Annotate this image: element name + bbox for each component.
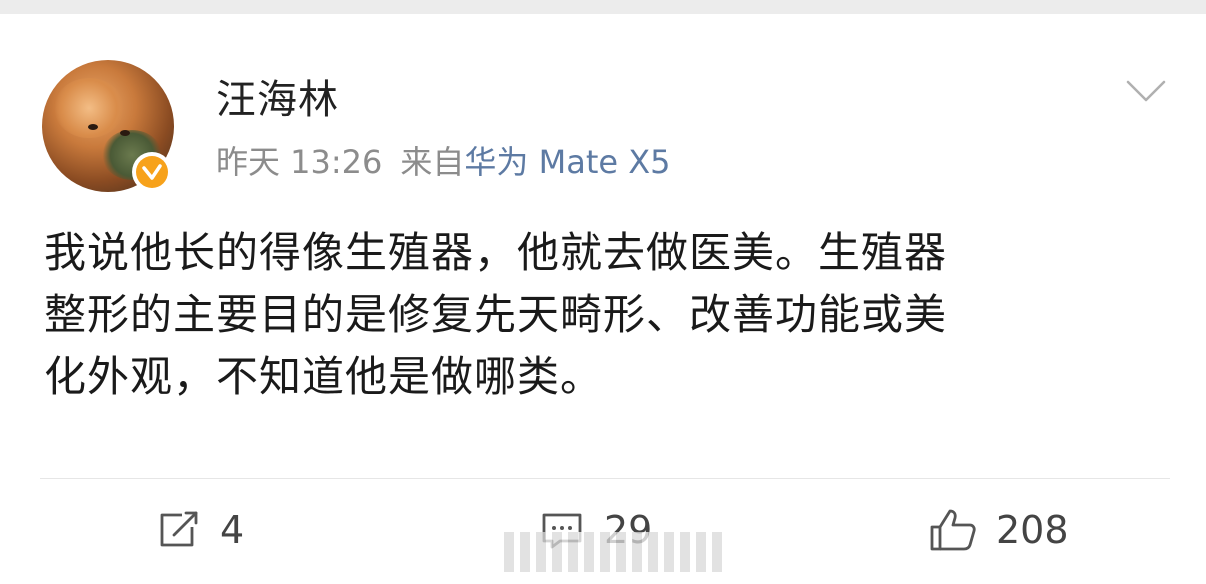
top-separator (0, 0, 1206, 14)
repost-button[interactable]: 4 (156, 500, 244, 560)
author-name[interactable]: 汪海林 (216, 76, 339, 124)
weibo-post-card: 汪海林 昨天 13:26 来自华为 Mate X5 我说他长的得像生殖器，他就去做… (0, 0, 1206, 584)
post-body-line: 化外观，不知道他是做哪类。 (44, 352, 604, 401)
post-body: 我说他长的得像生殖器，他就去做医美。生殖器 整形的主要目的是修复先天畸形、改善功… (44, 222, 1174, 408)
source-device[interactable]: 华为 Mate X5 (464, 143, 670, 181)
checkmark-icon (142, 164, 162, 180)
thumbs-up-icon (930, 509, 976, 551)
post-time: 昨天 13:26 (216, 143, 383, 181)
chevron-down-icon[interactable] (1124, 70, 1168, 110)
verified-badge-icon (132, 152, 172, 192)
repost-count: 4 (220, 508, 245, 552)
post-body-line: 整形的主要目的是修复先天畸形、改善功能或美 (44, 290, 948, 339)
source-prefix: 来自 (400, 143, 465, 181)
divider (40, 478, 1170, 479)
post-meta: 昨天 13:26 来自华为 Mate X5 (216, 140, 671, 184)
avatar-eye (120, 130, 130, 136)
like-button[interactable]: 208 (928, 500, 1069, 560)
watermark-strip (504, 532, 724, 572)
repost-icon (160, 511, 198, 547)
avatar-eye (88, 124, 98, 130)
post-body-line: 我说他长的得像生殖器，他就去做医美。生殖器 (44, 228, 948, 277)
like-count: 208 (996, 508, 1069, 552)
